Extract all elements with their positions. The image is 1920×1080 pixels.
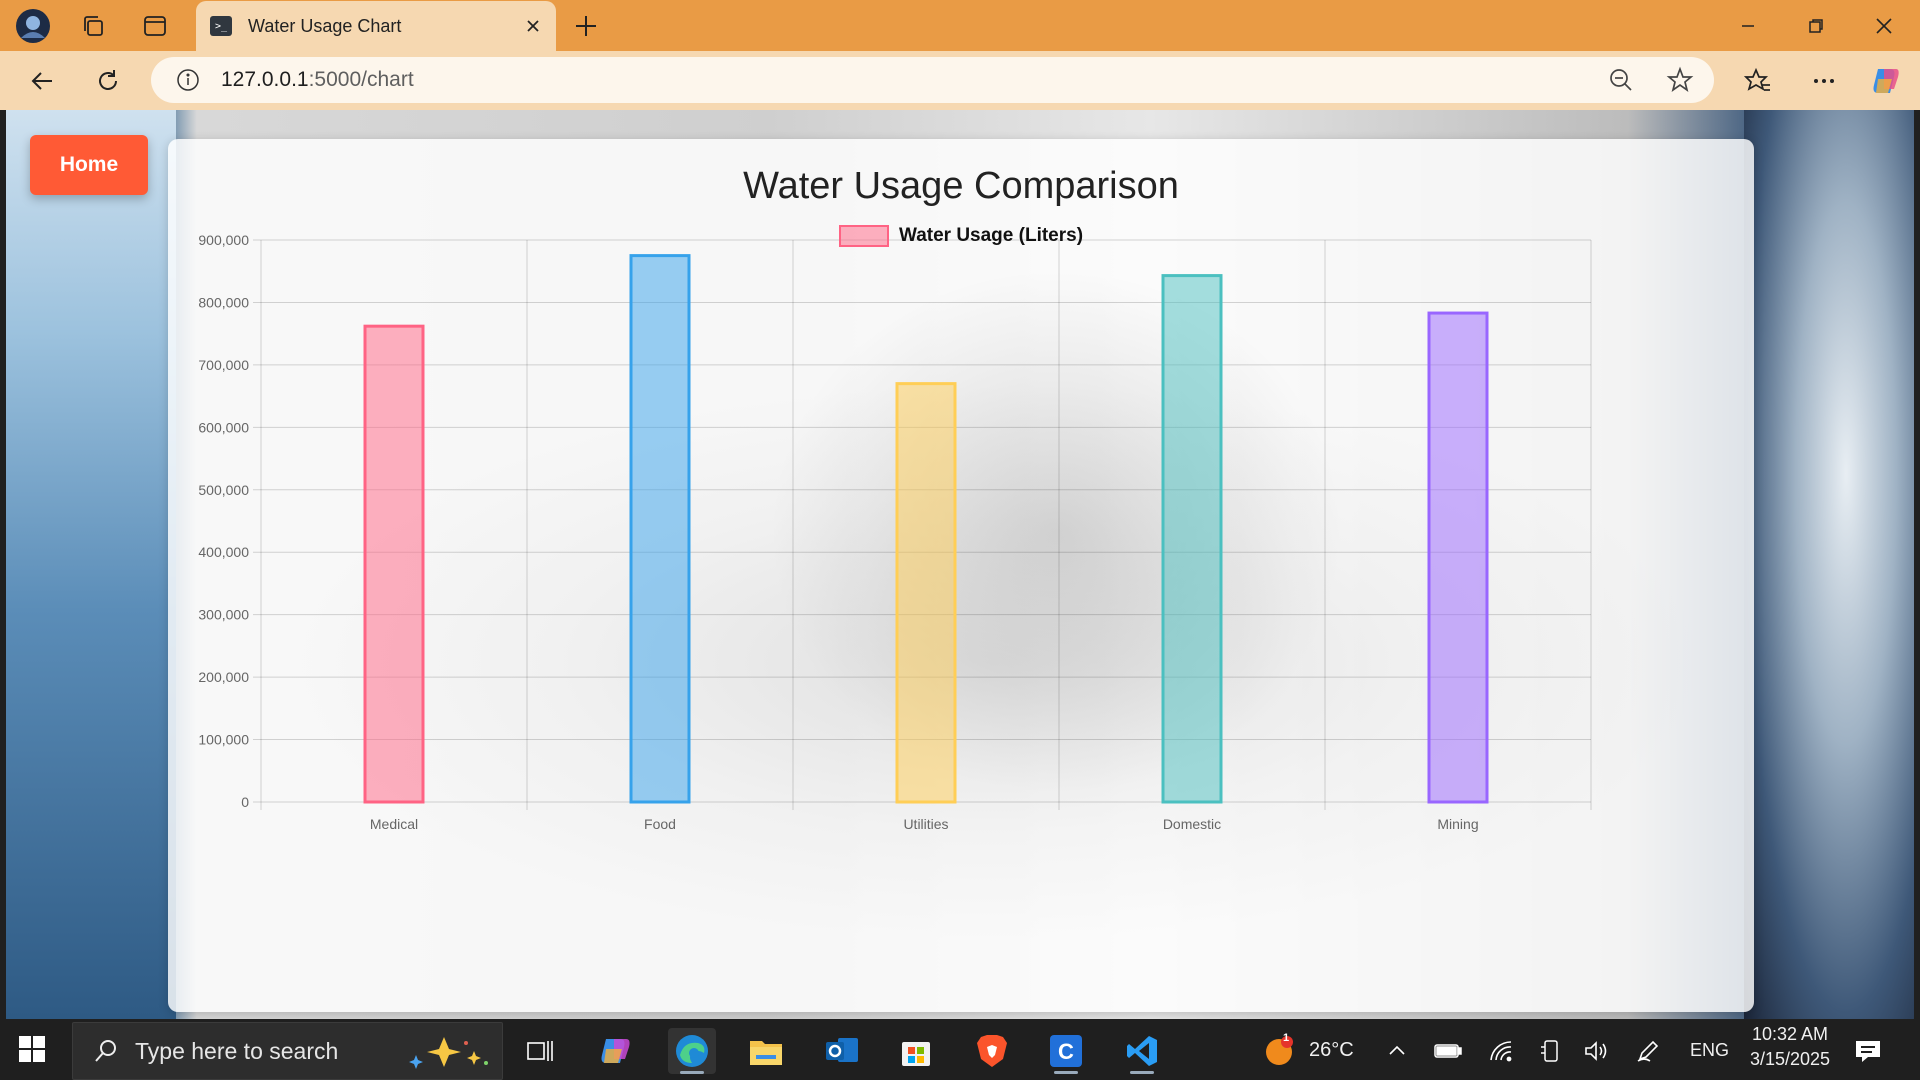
legend-label: Water Usage (Liters)	[898, 225, 1084, 246]
bar-medical	[363, 324, 425, 804]
back-arrow-icon[interactable]	[22, 61, 62, 101]
bar-domestic	[1161, 274, 1223, 804]
active-app-indicator	[680, 1071, 704, 1074]
vertical-tabs-icon[interactable]	[130, 0, 180, 51]
x-tick-label: Mining	[1437, 816, 1478, 832]
chart-title: Water Usage Comparison	[743, 165, 1179, 207]
x-tick-label: Medical	[370, 816, 418, 832]
minimize-icon[interactable]	[1714, 0, 1782, 51]
temperature-text[interactable]: 26°C	[1309, 1039, 1354, 1062]
terminal-favicon-icon: >_	[210, 16, 232, 36]
file-explorer-icon[interactable]	[742, 1028, 790, 1074]
c-app-icon[interactable]: C	[1042, 1028, 1090, 1074]
restore-icon[interactable]	[1782, 0, 1850, 51]
close-window-icon[interactable]	[1850, 0, 1918, 51]
y-tick-label: 800,000	[198, 294, 249, 310]
bar-utilities	[895, 382, 957, 804]
bar-mining	[1427, 311, 1489, 804]
battery-icon[interactable]	[1430, 1028, 1466, 1074]
svg-text:C: C	[1058, 1039, 1074, 1064]
y-tick-label: 0	[241, 794, 249, 810]
bar-chart: 0 100,000 200,000 300,000 400,000 500,000 600,…	[198, 232, 1592, 832]
windows-start-icon[interactable]	[18, 1035, 48, 1065]
tab-water-usage-chart[interactable]: >_ Water Usage Chart	[196, 1, 556, 51]
x-tick-label: Domestic	[1163, 816, 1221, 832]
search-highlight-sparkle-icon	[402, 1035, 492, 1069]
browser-title-bar: >_ Water Usage Chart	[0, 0, 1920, 51]
x-tick-label: Food	[644, 816, 676, 832]
zoom-out-icon[interactable]	[1608, 67, 1634, 93]
clock-date: 3/15/2025	[1749, 1049, 1831, 1069]
legend-swatch	[838, 225, 889, 247]
water-background-right	[1744, 110, 1914, 1019]
volume-icon[interactable]	[1578, 1028, 1614, 1074]
home-button[interactable]: Home	[30, 135, 148, 195]
tab-close-icon[interactable]	[522, 15, 544, 37]
device-icon[interactable]	[1532, 1028, 1568, 1074]
new-tab-icon[interactable]	[572, 12, 600, 40]
browser-toolbar: 127.0.0.1:5000/chart	[0, 51, 1920, 110]
more-options-icon[interactable]	[1804, 61, 1844, 101]
clock-time: 10:32 AM	[1751, 1024, 1829, 1044]
weather-badge: 1	[1283, 1032, 1290, 1044]
chart-legend[interactable]: Water Usage (Liters)	[168, 225, 1754, 247]
clock[interactable]: 10:32 AM 3/15/2025	[1745, 1024, 1835, 1070]
wifi-icon[interactable]	[1484, 1028, 1520, 1074]
favorite-star-icon[interactable]	[1666, 66, 1694, 94]
workspaces-icon[interactable]	[68, 0, 118, 51]
microsoft-store-icon[interactable]	[892, 1028, 940, 1074]
y-tick-label: 200,000	[198, 669, 249, 685]
y-tick-label: 500,000	[198, 482, 249, 498]
url-text[interactable]: 127.0.0.1:5000/chart	[221, 68, 414, 92]
language-indicator[interactable]: ENG	[1690, 1040, 1729, 1061]
chevron-up-icon[interactable]	[1382, 1028, 1412, 1074]
bar-food	[629, 254, 691, 804]
windows-taskbar: Type here to search C 1 26°C ENG 10:32 A…	[0, 1020, 1920, 1080]
address-bar[interactable]: 127.0.0.1:5000/chart	[151, 57, 1714, 103]
task-view-icon[interactable]	[516, 1028, 564, 1074]
copilot-icon[interactable]	[1866, 61, 1906, 101]
site-info-icon[interactable]	[175, 67, 201, 93]
y-tick-label: 300,000	[198, 607, 249, 623]
tab-title: Water Usage Chart	[248, 15, 402, 36]
page-content: Home 0 100,000 200,000 300,000 400,000 500,00…	[6, 110, 1914, 1019]
water-background-left	[6, 110, 176, 1019]
taskbar-search-box[interactable]: Type here to search	[72, 1022, 503, 1080]
vscode-icon[interactable]	[1118, 1028, 1166, 1074]
running-app-indicator	[1054, 1071, 1078, 1074]
edge-browser-icon[interactable]	[668, 1028, 716, 1074]
notifications-icon[interactable]	[1848, 1028, 1888, 1074]
running-app-indicator	[1130, 1071, 1154, 1074]
y-tick-label: 100,000	[198, 732, 249, 748]
chart-card: 0 100,000 200,000 300,000 400,000 500,000 600,…	[168, 139, 1754, 1012]
brave-browser-icon[interactable]	[968, 1028, 1016, 1074]
profile-avatar-icon[interactable]	[8, 0, 58, 51]
y-tick-label: 700,000	[198, 357, 249, 373]
weather-icon[interactable]: 1	[1256, 1028, 1304, 1074]
y-tick-label: 400,000	[198, 544, 249, 560]
url-host: 127.0.0.1	[221, 68, 309, 91]
x-tick-label: Utilities	[903, 816, 948, 832]
search-icon	[93, 1038, 119, 1064]
refresh-icon[interactable]	[88, 61, 128, 101]
search-placeholder: Type here to search	[135, 1037, 339, 1064]
favorites-icon[interactable]	[1738, 61, 1778, 101]
pen-icon[interactable]	[1630, 1028, 1666, 1074]
outlook-icon[interactable]	[818, 1028, 866, 1074]
url-path: :5000/chart	[308, 68, 414, 91]
copilot-taskbar-icon[interactable]	[592, 1028, 640, 1074]
y-tick-label: 600,000	[198, 419, 249, 435]
